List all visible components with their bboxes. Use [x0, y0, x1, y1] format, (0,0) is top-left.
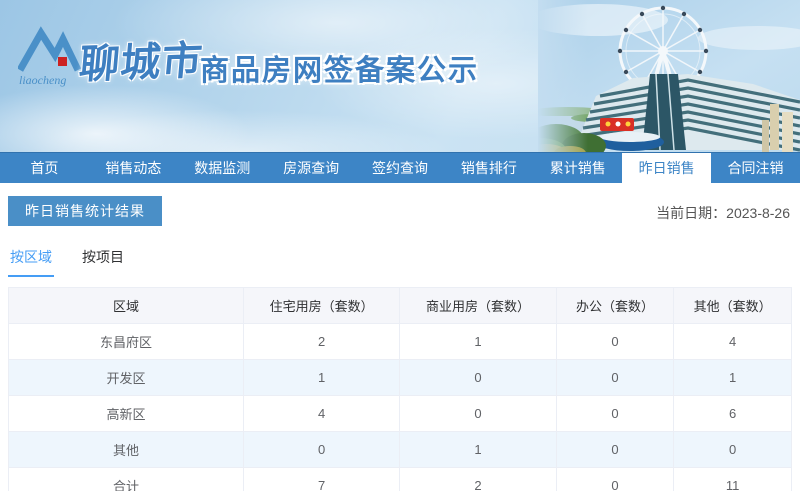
cell-office: 0 [555, 395, 675, 432]
cell-office: 0 [555, 467, 675, 491]
cell-office: 0 [555, 323, 675, 360]
column-header-office: 办公（套数） [555, 287, 675, 324]
cell-commercial: 0 [399, 395, 557, 432]
cell-commercial: 2 [399, 467, 557, 491]
nav-item-signing-query[interactable]: 签约查询 [356, 153, 445, 183]
cell-residential: 1 [242, 359, 401, 396]
cell-commercial: 0 [399, 359, 557, 396]
cell-commercial: 1 [399, 431, 557, 468]
cell-region: 东昌府区 [8, 323, 244, 360]
column-header-commercial: 商业用房（套数） [399, 287, 557, 324]
cell-residential: 2 [242, 323, 401, 360]
current-date-value: 2023-8-26 [726, 205, 790, 221]
cell-other: 1 [673, 359, 792, 396]
nav-item-sales-ranking[interactable]: 销售排行 [444, 153, 533, 183]
current-date-label: 当前日期： [656, 205, 727, 221]
table-row-other: 其他 0 1 0 0 [8, 431, 792, 468]
cell-other: 0 [673, 431, 792, 468]
tab-by-project[interactable]: 按项目 [80, 243, 126, 277]
cell-residential: 0 [242, 431, 401, 468]
cell-office: 0 [555, 359, 675, 396]
site-header: liaocheng 聊城市 商品房网签备案公示 [0, 0, 800, 152]
tab-by-region[interactable]: 按区域 [8, 243, 54, 277]
city-name-calligraphy: 聊城市 [77, 38, 205, 88]
table-row-kaifaqu: 开发区 1 0 0 1 [8, 359, 792, 396]
column-header-other: 其他（套数） [673, 287, 792, 324]
nav-item-cumulative-sales[interactable]: 累计销售 [533, 153, 622, 183]
nav-item-contract-cancellation[interactable]: 合同注销 [711, 153, 800, 183]
table-row-total: 合计 7 2 0 11 [8, 467, 792, 491]
cell-other: 6 [673, 395, 792, 432]
cell-office: 0 [555, 431, 675, 468]
cell-region: 合计 [8, 467, 244, 491]
cell-region: 高新区 [8, 395, 244, 432]
nav-item-yesterday-sales[interactable]: 昨日销售 [622, 153, 712, 183]
cell-region: 开发区 [8, 359, 244, 396]
view-tabs: 按区域 按项目 [8, 243, 792, 277]
nav-item-listing-query[interactable]: 房源查询 [267, 153, 356, 183]
main-content: 昨日销售统计结果 当前日期：2023-8-26 按区域 按项目 区域 住宅用房（… [0, 183, 800, 491]
current-date: 当前日期：2023-8-26 [656, 203, 790, 223]
cell-commercial: 1 [399, 323, 557, 360]
table-row-dongchangfu: 东昌府区 2 1 0 4 [8, 323, 792, 360]
table-header-row: 区域 住宅用房（套数） 商业用房（套数） 办公（套数） 其他（套数） [8, 287, 792, 324]
cell-residential: 7 [242, 467, 401, 491]
section-title: 昨日销售统计结果 [8, 196, 162, 226]
ferris-wheel-building-photo [538, 0, 800, 152]
site-title: 商品房网签备案公示 [200, 55, 480, 87]
column-header-region: 区域 [8, 287, 244, 324]
nav-item-data-monitoring[interactable]: 数据监测 [178, 153, 267, 183]
liaocheng-logo-icon[interactable]: liaocheng [18, 26, 84, 92]
column-header-residential: 住宅用房（套数） [242, 287, 401, 324]
cell-region: 其他 [8, 431, 244, 468]
nav-item-home[interactable]: 首页 [0, 153, 89, 183]
cell-other: 11 [673, 467, 792, 491]
sales-stats-table: 区域 住宅用房（套数） 商业用房（套数） 办公（套数） 其他（套数） 东昌府区 … [8, 287, 792, 491]
cell-residential: 4 [242, 395, 401, 432]
table-row-gaoxinqu: 高新区 4 0 0 6 [8, 395, 792, 432]
main-nav: 首页 销售动态 数据监测 房源查询 签约查询 销售排行 累计销售 昨日销售 合同… [0, 152, 800, 183]
cell-other: 4 [673, 323, 792, 360]
nav-item-sales-dynamics[interactable]: 销售动态 [89, 153, 178, 183]
svg-text:liaocheng: liaocheng [19, 73, 66, 87]
